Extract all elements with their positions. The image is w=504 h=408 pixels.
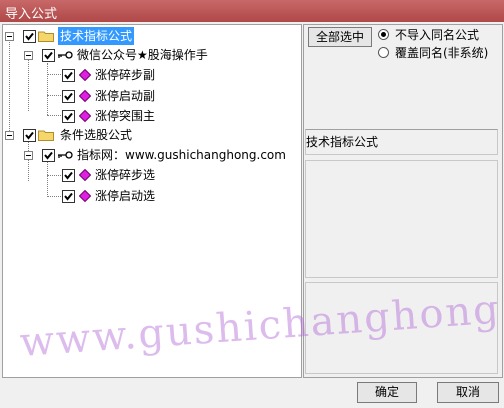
key-icon	[58, 151, 73, 159]
radio-overwrite-label[interactable]: 覆盖同名(非系统)	[395, 44, 488, 61]
checkbox[interactable]	[23, 30, 36, 43]
checkbox[interactable]	[23, 129, 36, 142]
tree-node-formula[interactable]: 涨停碎步副	[3, 66, 299, 84]
collapse-icon[interactable]	[24, 151, 33, 160]
info-box-lower	[305, 282, 498, 374]
folder-icon	[38, 31, 54, 42]
category-info: 技术指标公式	[305, 129, 498, 155]
tree-label: 涨停启动选	[95, 189, 156, 203]
radio-skip-label[interactable]: 不导入同名公式	[395, 26, 479, 43]
collapse-icon[interactable]	[5, 131, 14, 140]
category-text: 技术指标公式	[306, 135, 379, 149]
diamond-icon	[79, 110, 91, 122]
collapse-icon[interactable]	[24, 51, 33, 60]
tree-node-root1[interactable]: 技术指标公式	[3, 27, 299, 45]
checkbox[interactable]	[62, 69, 75, 82]
tree-label: 涨停碎步副	[95, 68, 156, 82]
tree-node-formula[interactable]: 涨停启动选	[3, 187, 299, 205]
tree-label: 涨停启动副	[95, 89, 156, 103]
tree-node-formula[interactable]: 涨停启动副	[3, 87, 299, 105]
tree-label: 条件选股公式	[60, 128, 133, 142]
tree-label: 涨停碎步选	[95, 168, 156, 182]
tree-node-group1[interactable]: 微信公众号★股海操作手	[3, 46, 299, 64]
checkbox[interactable]	[42, 149, 55, 162]
key-icon	[58, 51, 73, 59]
checkbox[interactable]	[62, 169, 75, 182]
radio-skip[interactable]	[378, 29, 389, 40]
formula-tree[interactable]: 技术指标公式 微信公众号★股海操作手 涨停碎步副 涨停启动副 涨停突围主 条件选…	[2, 24, 302, 378]
select-all-button[interactable]: 全部选中	[308, 27, 372, 47]
radio-overwrite[interactable]	[378, 47, 389, 58]
window-title: 导入公式	[5, 7, 58, 22]
tree-node-formula[interactable]: 涨停突围主	[3, 107, 299, 125]
info-box-upper	[305, 160, 498, 278]
collapse-icon[interactable]	[5, 32, 14, 41]
diamond-icon	[79, 69, 91, 81]
folder-icon	[38, 130, 54, 141]
cancel-button[interactable]: 取消	[437, 382, 499, 403]
tree-node-formula[interactable]: 涨停碎步选	[3, 166, 299, 184]
checkbox[interactable]	[62, 110, 75, 123]
title-bar: 导入公式	[0, 0, 504, 22]
checkbox[interactable]	[42, 49, 55, 62]
tree-label: 微信公众号★股海操作手	[77, 48, 208, 62]
tree-node-root2[interactable]: 条件选股公式	[3, 126, 299, 144]
tree-node-group2[interactable]: 指标网：www.gushichanghong.com	[3, 146, 299, 164]
tree-label: 技术指标公式	[58, 27, 135, 45]
diamond-icon	[79, 169, 91, 181]
checkbox[interactable]	[62, 190, 75, 203]
ok-button[interactable]: 确定	[357, 382, 417, 403]
checkbox[interactable]	[62, 90, 75, 103]
diamond-icon	[79, 90, 91, 102]
diamond-icon	[79, 190, 91, 202]
tree-label: 指标网：www.gushichanghong.com	[77, 148, 286, 162]
tree-label: 涨停突围主	[95, 109, 156, 123]
